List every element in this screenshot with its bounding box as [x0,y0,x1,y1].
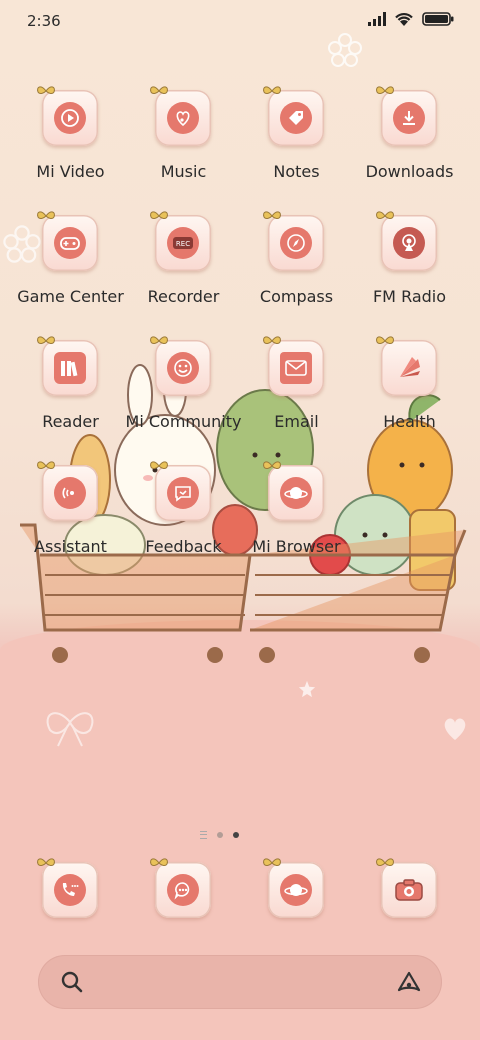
search-bar[interactable] [38,955,442,1009]
star-decoration-icon [298,680,316,698]
bow-icon [263,211,281,220]
page-dot-active[interactable] [233,832,239,838]
bow-icon [150,336,168,345]
gamepad-icon [54,227,86,259]
dock-phone[interactable] [14,858,127,932]
page-dot[interactable] [217,832,223,838]
status-bar: 2:36 [0,0,480,44]
app-tile [37,336,98,396]
camera-icon [393,874,425,906]
clock: 2:36 [27,12,61,30]
app-game-center[interactable]: Game Center [14,211,127,325]
dock-messages[interactable] [127,858,240,932]
page-indicator-menu-icon[interactable] [200,831,207,839]
app-tile [37,461,98,521]
app-label: Mi Browser [252,537,341,556]
compass-icon [280,227,312,259]
svg-text:REC: REC [176,240,190,248]
app-tile [150,86,211,146]
dock-browser[interactable] [240,858,353,932]
app-tile [37,86,98,146]
bow-icon [37,461,55,470]
smiley-icon [167,352,199,384]
bow-icon [376,858,394,867]
bow-icon [376,86,394,95]
books-icon [54,352,86,384]
fan-icon [393,352,425,384]
app-label: FM Radio [372,287,447,306]
status-icons [368,12,454,26]
app-tile [263,211,324,271]
envelope-icon [280,352,312,384]
app-tile [263,858,324,918]
app-mi-community[interactable]: Mi Community [126,336,241,450]
bow-icon [150,211,168,220]
browser-icon [280,874,312,906]
download-icon [393,102,425,134]
app-assistant[interactable]: Assistant [14,461,127,575]
app-tile [376,858,437,918]
wave-icon [54,477,86,509]
app-label: Health [383,412,436,431]
app-tile [263,461,324,521]
app-downloads[interactable]: Downloads [353,86,466,200]
bow-icon [263,336,281,345]
bow-icon [150,461,168,470]
app-health[interactable]: Health [353,336,466,450]
app-reader[interactable]: Reader [14,336,127,450]
bow-icon [150,858,168,867]
app-tile [263,86,324,146]
planet-icon [280,477,312,509]
messages-icon [167,874,199,906]
bow-icon [150,86,168,95]
app-tile [37,858,98,918]
app-feedback[interactable]: Feedback [127,461,240,575]
app-fm-radio[interactable]: FM Radio [353,211,466,325]
signal-icon [368,12,386,26]
bow-icon [37,336,55,345]
bow-icon [263,461,281,470]
app-tile: REC [150,211,211,271]
app-tile [150,858,211,918]
app-tile [37,211,98,271]
app-label: Downloads [365,162,454,181]
bow-icon [376,211,394,220]
app-tile [376,86,437,146]
rec-icon: REC [167,227,199,259]
app-mi-video[interactable]: Mi Video [14,86,127,200]
app-music[interactable]: Music [127,86,240,200]
heart-decoration-icon [444,718,466,740]
app-tile [376,336,437,396]
app-tile [150,461,211,521]
bow-icon [37,858,55,867]
app-notes[interactable]: Notes [240,86,353,200]
battery-icon [422,12,454,26]
bow-icon [263,86,281,95]
chat-icon [167,477,199,509]
app-tile [263,336,324,396]
bow-icon [37,211,55,220]
dock-camera[interactable] [353,858,466,932]
tag-icon [280,102,312,134]
play-icon [54,102,86,134]
app-tile [376,211,437,271]
bow-decoration-icon [46,712,94,747]
phone-icon [54,874,86,906]
app-compass[interactable]: Compass [240,211,353,325]
app-email[interactable]: Email [240,336,353,450]
page-indicator[interactable] [200,831,239,839]
bow-icon [376,336,394,345]
search-icon[interactable] [60,970,84,994]
assistant-icon[interactable] [396,970,422,994]
bow-icon [263,858,281,867]
bow-icon [37,86,55,95]
app-tile [150,336,211,396]
music-note-icon [167,102,199,134]
radio-tower-icon [393,227,425,259]
wifi-icon [395,13,413,26]
app-recorder[interactable]: REC Recorder [127,211,240,325]
app-mi-browser[interactable]: Mi Browser [240,461,353,575]
